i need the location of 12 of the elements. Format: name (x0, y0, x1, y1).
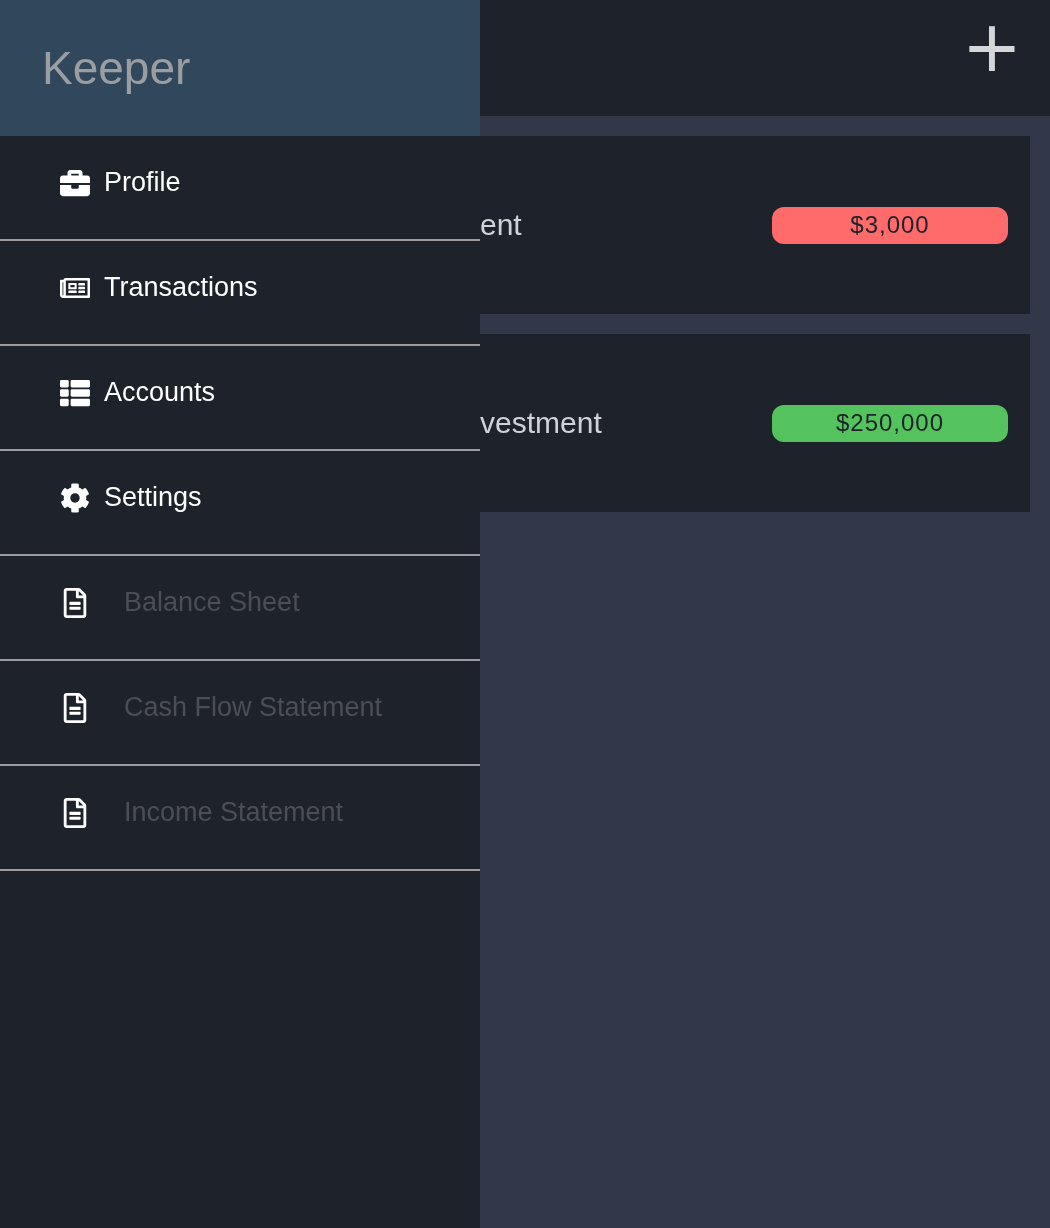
gear-icon (60, 482, 90, 513)
add-button[interactable]: + (961, 0, 1022, 82)
app-title: Keeper (42, 41, 191, 95)
account-name: ent (480, 208, 522, 242)
account-card[interactable]: ent $3,000 (480, 136, 1030, 314)
briefcase-icon (60, 167, 90, 198)
menu-item[interactable]: Settings (0, 451, 480, 556)
amount-badge: $250,000 (772, 404, 1008, 442)
list-icon (60, 377, 90, 408)
account-card[interactable]: vestment $250,000 (480, 334, 1030, 512)
account-name: vestment (480, 406, 602, 440)
amount-badge: $3,000 (772, 206, 1008, 244)
